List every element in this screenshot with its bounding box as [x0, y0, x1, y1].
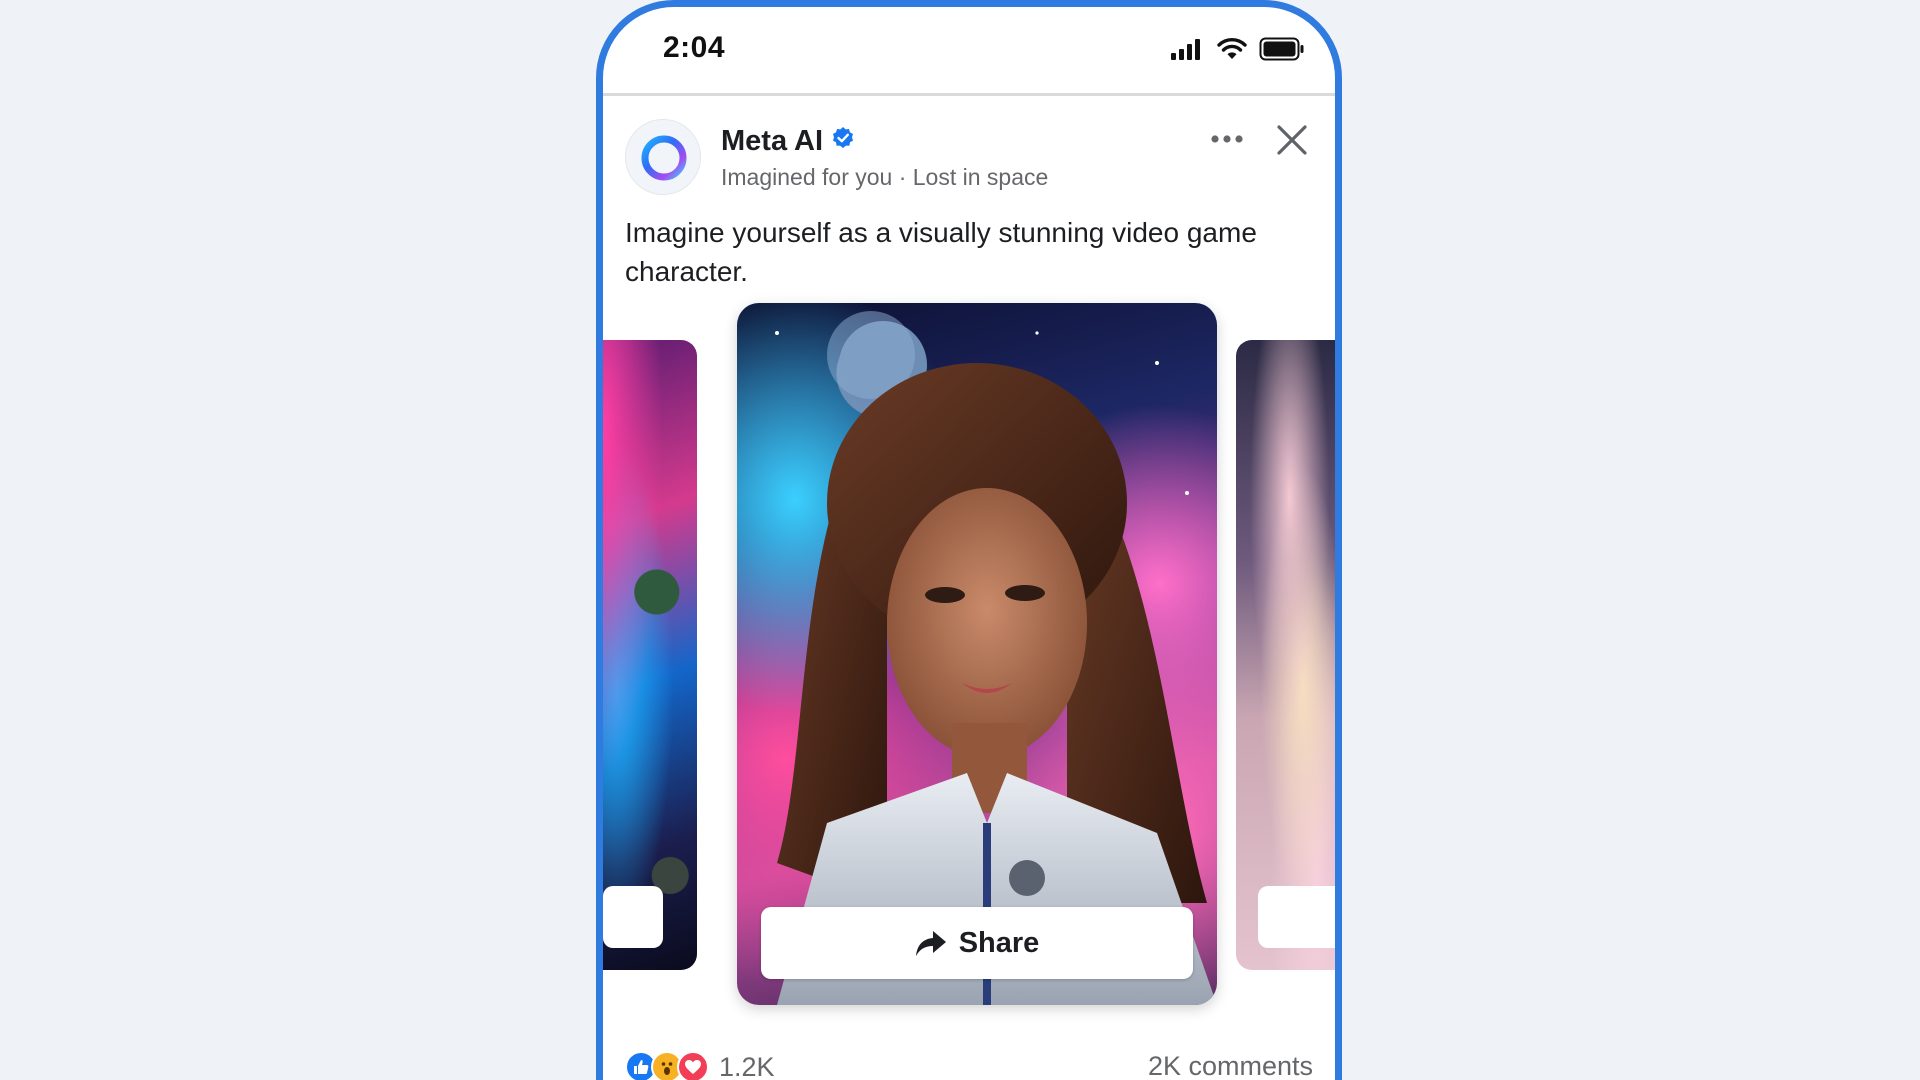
- carousel-card-previous[interactable]: [603, 340, 697, 970]
- meta-ai-avatar[interactable]: [625, 119, 701, 195]
- love-reaction-icon: [677, 1051, 709, 1080]
- verified-badge-icon: [831, 125, 855, 158]
- carousel-card-current[interactable]: Share: [737, 303, 1217, 1005]
- carousel-card-next[interactable]: [1236, 340, 1335, 970]
- post-text: Imagine yourself as a visually stunning …: [625, 217, 1257, 287]
- post-subtitle: Imagined for you · Lost in space: [721, 164, 1049, 190]
- status-icons: [1171, 37, 1305, 66]
- close-icon: [1277, 125, 1307, 155]
- battery-icon: [1259, 37, 1305, 66]
- close-button[interactable]: [1268, 119, 1316, 161]
- more-options-icon: [1211, 135, 1243, 143]
- reactions-summary[interactable]: 1.2K: [625, 1047, 775, 1080]
- more-options-button[interactable]: [1200, 119, 1254, 159]
- author-name[interactable]: Meta AI: [721, 125, 855, 158]
- author-name-label: Meta AI: [721, 125, 824, 157]
- meta-ai-ring-icon: [641, 135, 687, 181]
- share-button-next[interactable]: [1258, 886, 1335, 948]
- status-bar: 2:04: [603, 7, 1335, 96]
- share-button-previous[interactable]: [603, 886, 663, 948]
- cellular-signal-icon: [1171, 38, 1205, 65]
- screen: 2:04 Meta AI Imagined for you · Lost in …: [0, 0, 1920, 1080]
- share-label: Share: [958, 926, 1040, 959]
- post-header: Meta AI Imagined for you · Lost in space: [625, 119, 1325, 199]
- share-arrow-icon: [915, 931, 946, 956]
- phone-frame: 2:04 Meta AI Imagined for you · Lost in …: [596, 0, 1342, 1080]
- generated-portrait-image: [775, 311, 1217, 1005]
- reaction-count: 1.2K: [719, 1051, 775, 1080]
- wifi-icon: [1217, 37, 1247, 66]
- share-button[interactable]: Share: [761, 907, 1193, 979]
- status-time: 2:04: [663, 31, 726, 64]
- comments-count-link[interactable]: 2K comments: [1148, 1051, 1313, 1080]
